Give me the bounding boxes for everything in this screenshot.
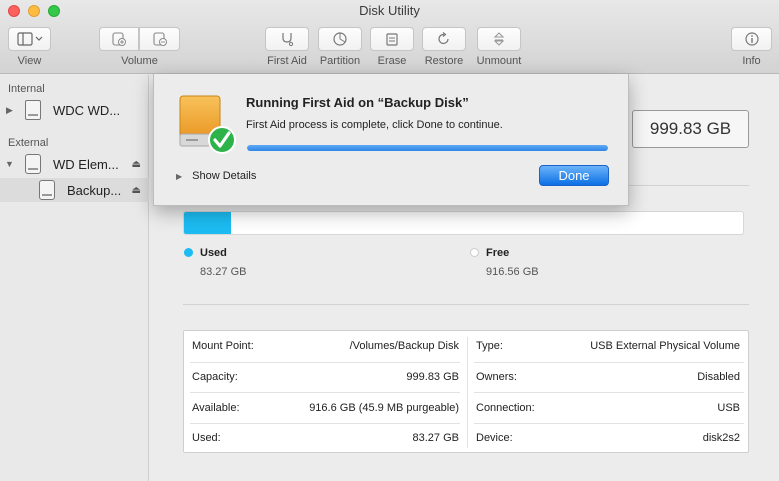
sheet-title: Running First Aid on “Backup Disk” (246, 95, 469, 110)
info-icon (744, 32, 759, 46)
sidebar-item-backup-volume[interactable]: Backup... ⏏ (0, 178, 149, 202)
partition-button[interactable] (318, 27, 362, 51)
show-details-toggle[interactable]: ▶ Show Details (176, 170, 256, 182)
disclosure-down-icon[interactable]: ▼ (5, 159, 14, 169)
partition-label: Partition (319, 55, 361, 67)
used-legend-label: Used (200, 247, 227, 259)
erase-icon (386, 33, 398, 46)
first-aid-button[interactable] (265, 27, 309, 51)
info-row-capacity: Capacity: 999.83 GB (184, 362, 467, 392)
window-title: Disk Utility (359, 3, 420, 18)
divider (183, 304, 749, 305)
capacity-display: 999.83 GB (632, 110, 749, 148)
first-aid-disk-check-icon (179, 95, 236, 154)
unmount-button[interactable] (477, 27, 521, 51)
first-aid-sheet: Running First Aid on “Backup Disk” First… (153, 74, 629, 206)
info-key: Used: (192, 432, 221, 444)
sidebar-item-external-disk[interactable]: ▼ WD Elem... ⏏ (0, 152, 149, 176)
remove-volume-button[interactable] (139, 27, 180, 51)
view-button[interactable] (8, 27, 51, 51)
sidebar-section-external: External (8, 137, 49, 149)
info-row-connection: Connection: USB (468, 393, 748, 423)
usage-bar (183, 211, 744, 235)
restore-label: Restore (424, 55, 464, 67)
info-row-mount-point: Mount Point: /Volumes/Backup Disk (184, 331, 467, 361)
first-aid-label: First Aid (267, 55, 307, 67)
info-value: /Volumes/Backup Disk (349, 340, 459, 352)
sheet-message: First Aid process is complete, click Don… (246, 119, 503, 131)
info-value: disk2s2 (702, 432, 740, 444)
sidebar-item-label: Backup... (67, 182, 122, 198)
erase-label: Erase (377, 55, 407, 67)
free-legend-value: 916.56 GB (486, 266, 539, 278)
info-row-used: Used: 83.27 GB (184, 423, 467, 453)
done-button[interactable]: Done (539, 165, 609, 186)
view-label: View (17, 55, 42, 67)
info-value: USB External Physical Volume (590, 340, 740, 352)
info-key: Capacity: (192, 371, 238, 383)
info-value: 999.83 GB (406, 371, 459, 383)
title-bar: Disk Utility View Volume First Aid Parti… (0, 0, 779, 74)
info-row-type: Type: USB External Physical Volume (468, 331, 748, 361)
volume-info-table: Mount Point: /Volumes/Backup Disk Capaci… (183, 330, 749, 453)
show-details-label: Show Details (192, 170, 257, 182)
free-legend-label: Free (486, 247, 510, 259)
info-key: Mount Point: (192, 340, 254, 352)
info-key: Device: (476, 432, 513, 444)
disclosure-right-icon[interactable]: ▶ (6, 105, 13, 116)
sidebar-item-internal-disk[interactable]: ▶ WDC WD... (0, 98, 149, 122)
unmount-label: Unmount (476, 55, 522, 67)
used-legend-dot (184, 248, 193, 257)
info-key: Type: (476, 340, 503, 352)
restore-icon (438, 32, 449, 45)
sidebar-item-label: WDC WD... (53, 102, 121, 118)
info-key: Available: (192, 402, 240, 414)
volume-icon (39, 180, 55, 200)
info-row-owners: Owners: Disabled (468, 362, 748, 392)
free-legend-dot (470, 248, 479, 257)
progress-bar (247, 145, 608, 151)
info-row-device: Device: disk2s2 (468, 423, 748, 453)
partition-icon (333, 32, 347, 46)
info-row-available: Available: 916.6 GB (45.9 MB purgeable) (184, 393, 467, 423)
info-value: 83.27 GB (412, 432, 459, 444)
info-value: Disabled (697, 371, 740, 383)
internal-disk-icon (25, 100, 41, 120)
info-key: Connection: (476, 402, 535, 414)
info-value: USB (717, 402, 740, 414)
sidebar-item-label: WD Elem... (53, 156, 119, 172)
remove-volume-icon (152, 32, 167, 46)
add-volume-icon (112, 32, 126, 46)
info-key: Owners: (476, 371, 517, 383)
add-volume-button[interactable] (99, 27, 139, 51)
external-disk-icon (25, 154, 41, 174)
progress-bar-fill (247, 145, 608, 151)
sidebar: Internal ▶ WDC WD... External ▼ WD Elem.… (0, 75, 149, 481)
stethoscope-icon (282, 33, 294, 47)
restore-button[interactable] (422, 27, 466, 51)
usage-bar-used-fill (184, 212, 231, 234)
info-value: 916.6 GB (45.9 MB purgeable) (309, 402, 459, 414)
disclosure-right-icon[interactable]: ▶ (176, 172, 182, 181)
unmount-icon (493, 32, 505, 46)
erase-button[interactable] (370, 27, 414, 51)
info-button[interactable] (731, 27, 772, 51)
used-legend-value: 83.27 GB (200, 266, 247, 278)
sidebar-section-internal: Internal (8, 83, 45, 95)
volume-label: Volume (121, 55, 158, 67)
eject-icon[interactable]: ⏏ (132, 159, 141, 170)
info-label: Info (742, 55, 761, 67)
sidebar-icon (16, 32, 42, 46)
eject-icon[interactable]: ⏏ (132, 185, 141, 196)
